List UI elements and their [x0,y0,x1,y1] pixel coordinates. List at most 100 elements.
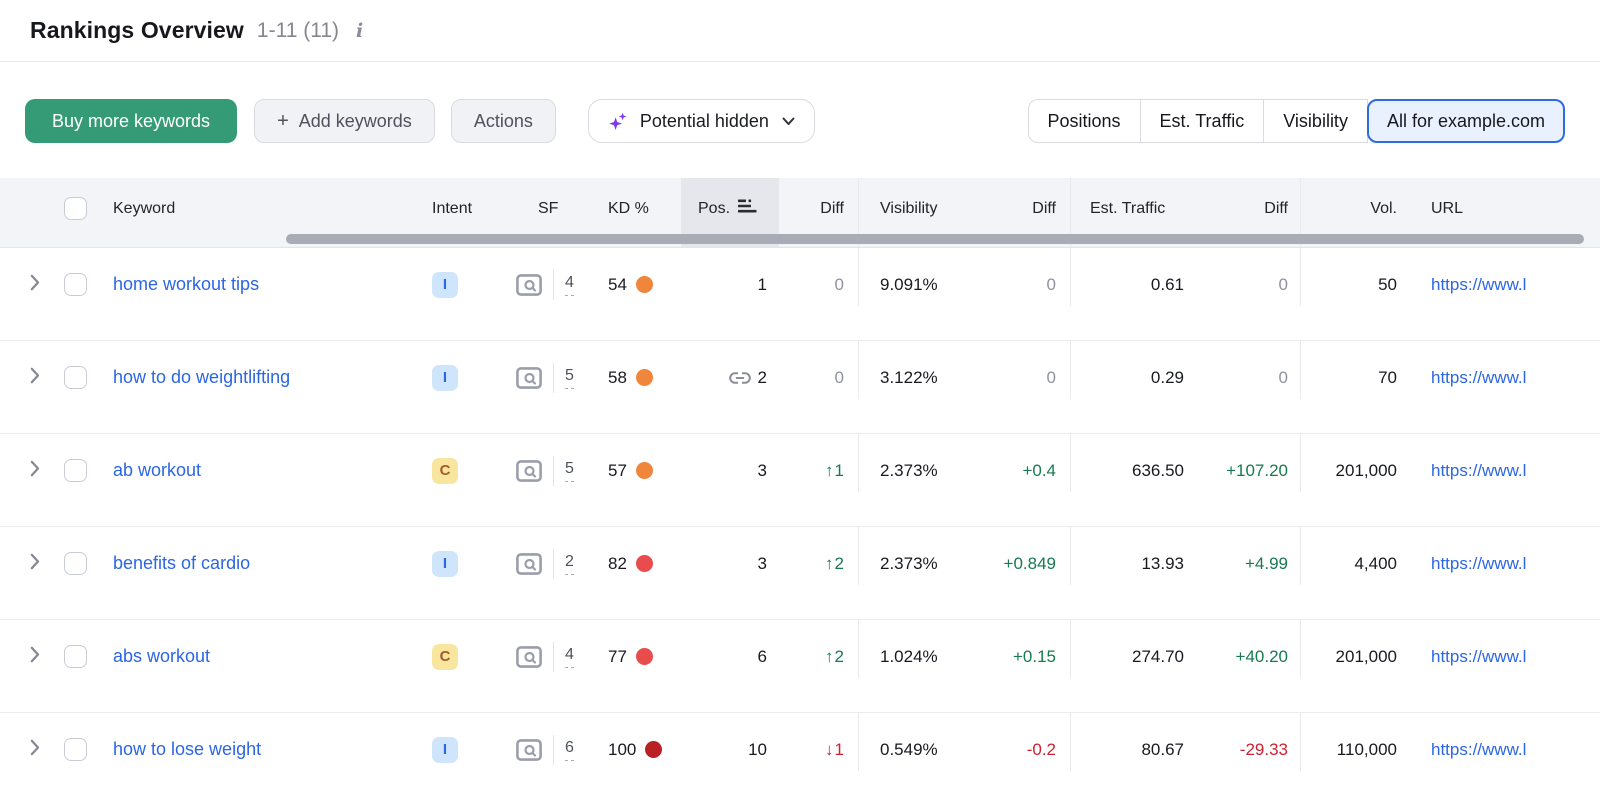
intent-badge[interactable]: I [432,736,458,763]
potential-dropdown[interactable]: Potential hidden [587,99,815,143]
view-visibility[interactable]: Visibility [1263,99,1368,143]
kd-value: 100 [608,739,637,759]
url-cell: https://www.l [1401,248,1600,306]
traffic-diff: +40.20 [1235,646,1288,666]
visibility-diff: 0 [1046,367,1056,387]
keyword-link[interactable]: home workout tips [113,274,259,295]
url-link[interactable]: https://www.l [1431,461,1526,481]
position-cell: 3 [681,527,779,585]
visibility-diff: +0.15 [1012,646,1056,666]
visibility-diff-cell: +0.849 [964,527,1071,585]
keyword-link[interactable]: ab workout [113,460,201,481]
visibility-cell: 1.024% [859,620,964,678]
kd-value: 54 [608,274,627,294]
sf-count[interactable]: 4 [565,646,574,668]
row-checkbox[interactable] [64,459,87,482]
keyword-link[interactable]: how to lose weight [113,739,261,760]
traffic-diff-cell: 0 [1186,248,1301,306]
url-link[interactable]: https://www.l [1431,740,1526,760]
visibility-cell: 0.549% [859,713,964,771]
serp-features-cell: 4 [504,620,596,678]
chevron-right-icon [30,553,40,575]
row-checkbox[interactable] [64,738,87,761]
keyword-link[interactable]: benefits of cardio [113,553,250,574]
sf-count[interactable]: 5 [565,460,574,482]
expand-row-button[interactable] [0,527,60,585]
row-checkbox[interactable] [64,366,87,389]
expand-row-button[interactable] [0,434,60,492]
intent-badge[interactable]: C [432,457,458,484]
keyword-cell: home workout tips [100,248,426,306]
expand-row-button[interactable] [0,341,60,399]
est-traffic-cell: 0.61 [1071,248,1186,306]
position-value: 10 [748,739,767,759]
url-link[interactable]: https://www.l [1431,368,1526,388]
buy-more-keywords-button[interactable]: Buy more keywords [25,99,238,143]
table-header: Keyword Intent SF KD % Pos. Diff Visibil… [0,178,1600,248]
row-checkbox[interactable] [64,552,87,575]
sf-count[interactable]: 4 [565,274,574,296]
visibility-cell: 2.373% [859,434,964,492]
rankings-overview-page: Rankings Overview 1-11 (11) Buy more key… [0,0,1600,791]
serp-features-icon[interactable] [516,366,542,389]
kd-value: 77 [608,646,627,666]
table-row: how to do weightlifting I 5 58 2 0 3.122… [0,341,1600,434]
visibility-diff: 0 [1046,274,1056,294]
url-link[interactable]: https://www.l [1431,647,1526,667]
toolbar: Buy more keywords Add keywords Actions P… [0,99,1600,143]
expand-row-button[interactable] [0,248,60,306]
result-range: 1-11 (11) [256,18,339,42]
url-link[interactable]: https://www.l [1431,275,1526,295]
intent-badge[interactable]: I [432,271,458,298]
sf-count[interactable]: 5 [565,367,574,389]
intent-badge[interactable]: I [432,364,458,391]
intent-cell: I [426,248,504,306]
serp-features-icon[interactable] [516,459,542,482]
view-positions[interactable]: Positions [1027,99,1141,143]
view-all-for-domain[interactable]: All for example.com [1366,99,1565,143]
sort-ascending-icon [738,199,757,219]
visibility-value: 0.549% [880,739,938,759]
view-est-traffic[interactable]: Est. Traffic [1139,99,1265,143]
position-diff-cell: 2 [779,527,859,585]
horizontal-scrollbar[interactable] [286,234,1584,244]
position-link-icon[interactable] [728,371,751,385]
expand-row-button[interactable] [0,713,60,771]
select-all-checkbox[interactable] [64,197,87,220]
keyword-link[interactable]: how to do weightlifting [113,367,290,388]
expand-row-button[interactable] [0,620,60,678]
volume-value: 4,400 [1354,553,1397,573]
add-keywords-button[interactable]: Add keywords [254,99,435,143]
position-diff-cell: 1 [779,713,859,771]
table-row: benefits of cardio I 2 82 3 2 2.373% +0.… [0,527,1600,620]
sf-count[interactable]: 6 [565,739,574,761]
sf-count[interactable]: 2 [565,553,574,575]
table-row: how to lose weight I 6 100 10 1 0.549% -… [0,713,1600,791]
position-diff: 1 [825,461,844,481]
keyword-link[interactable]: abs workout [113,646,210,667]
visibility-value: 2.373% [880,553,938,573]
serp-features-icon[interactable] [516,645,542,668]
volume-cell: 110,000 [1301,713,1401,771]
serp-features-icon[interactable] [516,738,542,761]
volume-cell: 201,000 [1301,620,1401,678]
row-checkbox[interactable] [64,645,87,668]
intent-badge[interactable]: C [432,643,458,670]
est-traffic-cell: 80.67 [1071,713,1186,771]
serp-features-cell: 2 [504,527,596,585]
volume-cell: 4,400 [1301,527,1401,585]
url-cell: https://www.l [1401,341,1600,399]
serp-features-icon[interactable] [516,273,542,296]
position-diff: 0 [834,274,844,294]
info-icon[interactable] [352,20,367,42]
traffic-diff: 0 [1278,274,1288,294]
traffic-diff: -29.33 [1239,739,1288,759]
actions-button[interactable]: Actions [450,99,556,143]
position-cell: 6 [681,620,779,678]
visibility-cell: 2.373% [859,527,964,585]
serp-features-icon[interactable] [516,552,542,575]
url-cell: https://www.l [1401,434,1600,492]
url-link[interactable]: https://www.l [1431,554,1526,574]
intent-badge[interactable]: I [432,550,458,577]
row-checkbox[interactable] [64,273,87,296]
